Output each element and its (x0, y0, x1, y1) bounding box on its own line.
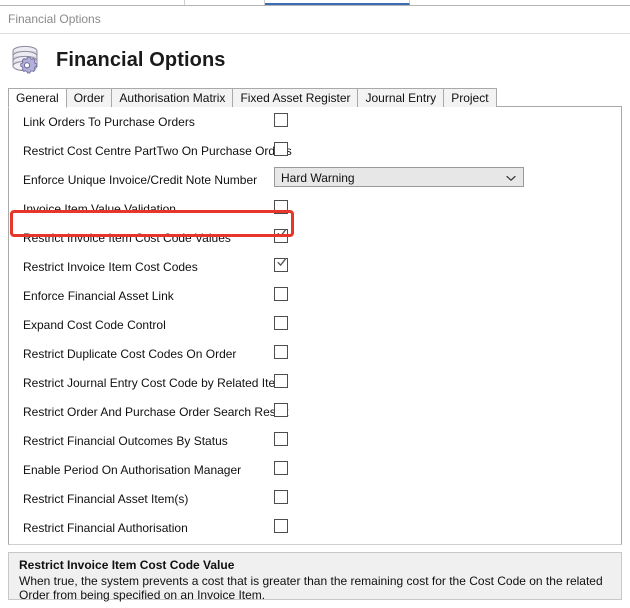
panel-separator (0, 545, 630, 552)
option-row: Restrict Duplicate Cost Codes On Order (9, 339, 621, 368)
option-checkbox[interactable] (274, 432, 288, 446)
description-body: When true, the system prevents a cost th… (19, 574, 603, 602)
option-label: Invoice Item Value Validation (23, 202, 176, 216)
option-checkbox[interactable] (274, 287, 288, 301)
option-label: Enable Period On Authorisation Manager (23, 463, 242, 477)
option-checkbox[interactable] (274, 345, 288, 359)
option-label: Link Orders To Purchase Orders (23, 115, 195, 129)
option-checkbox[interactable] (274, 113, 288, 127)
tab-fixed-asset-register[interactable]: Fixed Asset Register (232, 88, 359, 107)
option-label: Restrict Financial Asset Item(s) (23, 492, 189, 506)
coins-gear-icon (8, 42, 50, 84)
option-checkbox[interactable] (274, 257, 288, 272)
option-dropdown[interactable]: Hard Warning (274, 167, 524, 187)
breadcrumb-bar: Financial Options (0, 6, 630, 34)
option-checkbox[interactable] (274, 200, 288, 214)
option-label: Restrict Order And Purchase Order Search… (23, 405, 289, 419)
option-label: Restrict Invoice Item Cost Codes (23, 260, 198, 274)
option-row: Restrict Financial Authorisation (9, 513, 621, 542)
option-row: Restrict Financial Asset Item(s) (9, 484, 621, 513)
page-header: Financial Options (0, 35, 630, 90)
option-row: Enforce Unique Invoice/Credit Note Numbe… (9, 165, 621, 194)
option-checkbox[interactable] (274, 519, 288, 533)
option-label: Enforce Unique Invoice/Credit Note Numbe… (23, 173, 258, 187)
tab-journal-entry[interactable]: Journal Entry (357, 88, 445, 107)
description-title: Restrict Invoice Item Cost Code Value (19, 558, 235, 572)
option-row: Restrict Cost Centre PartTwo On Purchase… (9, 136, 621, 165)
window-tab-segment-active[interactable] (265, 0, 410, 5)
option-row: Expand Cost Code Control (9, 310, 621, 339)
description-panel: Restrict Invoice Item Cost Code Value Wh… (8, 552, 622, 602)
option-checkbox[interactable] (274, 374, 288, 388)
option-checkbox[interactable] (274, 142, 288, 156)
option-label: Enforce Financial Asset Link (23, 289, 174, 303)
option-label: Restrict Duplicate Cost Codes On Order (23, 347, 237, 361)
window-tab-segment-2[interactable] (185, 0, 265, 5)
option-label: Restrict Invoice Item Cost Code Values (23, 231, 231, 245)
option-row: Restrict Journal Entry Cost Code by Rela… (9, 368, 621, 397)
option-label: Restrict Journal Entry Cost Code by Rela… (23, 376, 286, 390)
option-label: Expand Cost Code Control (23, 318, 166, 332)
options-list: Link Orders To Purchase Orders Restrict C… (9, 107, 621, 544)
option-row: Enable Period On Authorisation Manager (9, 455, 621, 484)
tab-bar: General Order Authorisation Matrix Fixed As… (8, 88, 622, 108)
option-checkbox[interactable] (274, 316, 288, 330)
option-label: Restrict Financial Authorisation (23, 521, 188, 535)
option-label: Restrict Cost Centre PartTwo On Purchase… (23, 144, 292, 158)
window-tab-segment-1[interactable] (0, 0, 185, 5)
option-row: Restrict Financial Outcomes By Status (9, 426, 621, 455)
options-pane: Link Orders To Purchase Orders Restrict C… (8, 107, 622, 545)
page-title: Financial Options (56, 49, 226, 71)
option-row: Restrict Invoice Item Cost Code Values (9, 223, 621, 252)
option-row: Invoice Item Value Validation (9, 194, 621, 223)
option-checkbox[interactable] (274, 461, 288, 475)
tab-authorisation-matrix[interactable]: Authorisation Matrix (111, 88, 234, 107)
option-row: Restrict Invoice Item Cost Codes (9, 252, 621, 281)
dropdown-value: Hard Warning (281, 171, 355, 185)
option-checkbox[interactable] (274, 490, 288, 504)
option-row: Enforce Financial Asset Link (9, 281, 621, 310)
option-label: Restrict Financial Outcomes By Status (23, 434, 228, 448)
chevron-down-icon[interactable] (505, 172, 517, 184)
option-row: Restrict Order And Purchase Order Search… (9, 397, 621, 426)
option-row: Link Orders To Purchase Orders (9, 107, 621, 136)
option-checkbox[interactable] (274, 228, 288, 243)
tab-general[interactable]: General (8, 88, 67, 108)
tab-order[interactable]: Order (65, 88, 113, 107)
tab-project[interactable]: Project (443, 88, 497, 107)
breadcrumb[interactable]: Financial Options (8, 12, 101, 26)
option-checkbox[interactable] (274, 403, 288, 417)
